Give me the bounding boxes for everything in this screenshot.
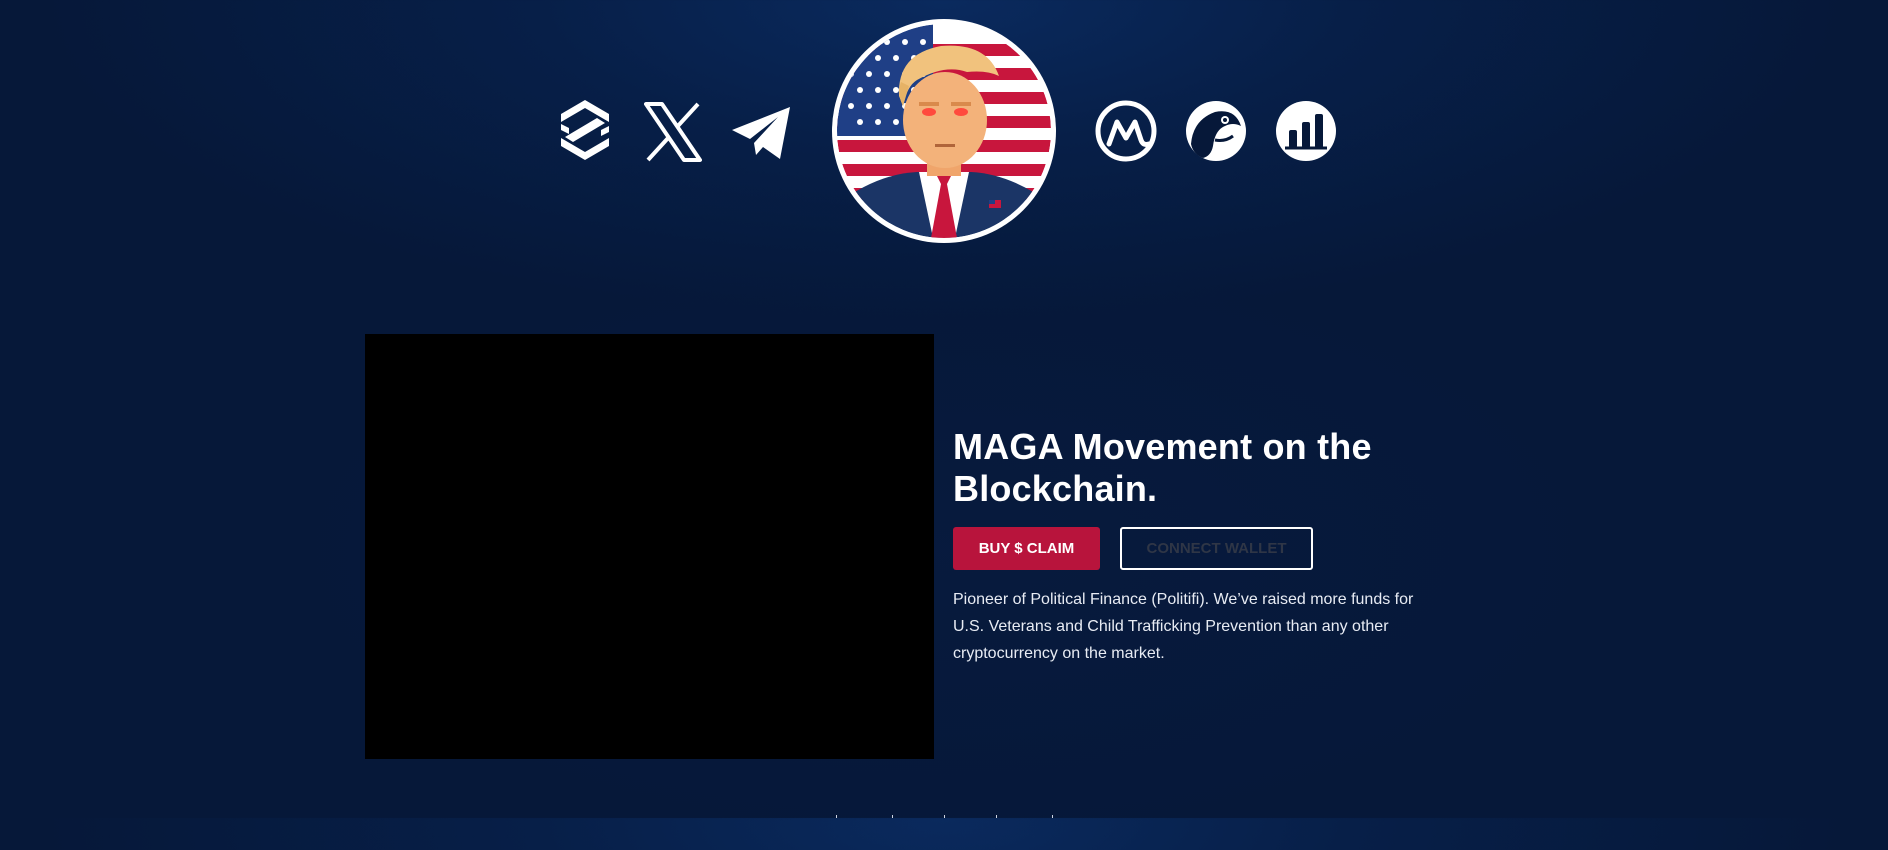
hero-description: Pioneer of Political Finance (Politifi).… <box>953 591 1414 662</box>
site-logo[interactable] <box>832 19 1056 243</box>
hero-title-line2: Blockchain. <box>953 468 1158 509</box>
hero-title: MAGA Movement on the Blockchain. <box>953 426 1453 510</box>
dexscreener-icon[interactable] <box>1274 99 1338 163</box>
video-player[interactable] <box>365 334 934 759</box>
x-icon[interactable] <box>641 100 705 164</box>
connect-wallet-button[interactable]: CONNECT WALLET <box>1120 527 1313 570</box>
dextools-icon[interactable] <box>553 98 617 162</box>
buy-claim-button[interactable]: BUY $ CLAIM <box>953 527 1100 570</box>
social-header <box>0 0 1888 250</box>
coinmarketcap-icon[interactable] <box>1094 99 1158 163</box>
coingecko-icon[interactable] <box>1184 99 1248 163</box>
hero-title-line1: MAGA Movement on the <box>953 426 1372 467</box>
trump-portrait-icon <box>837 24 1051 238</box>
telegram-icon[interactable] <box>729 100 793 164</box>
hero-heading-block: MAGA Movement on the Blockchain. <box>953 426 1453 510</box>
